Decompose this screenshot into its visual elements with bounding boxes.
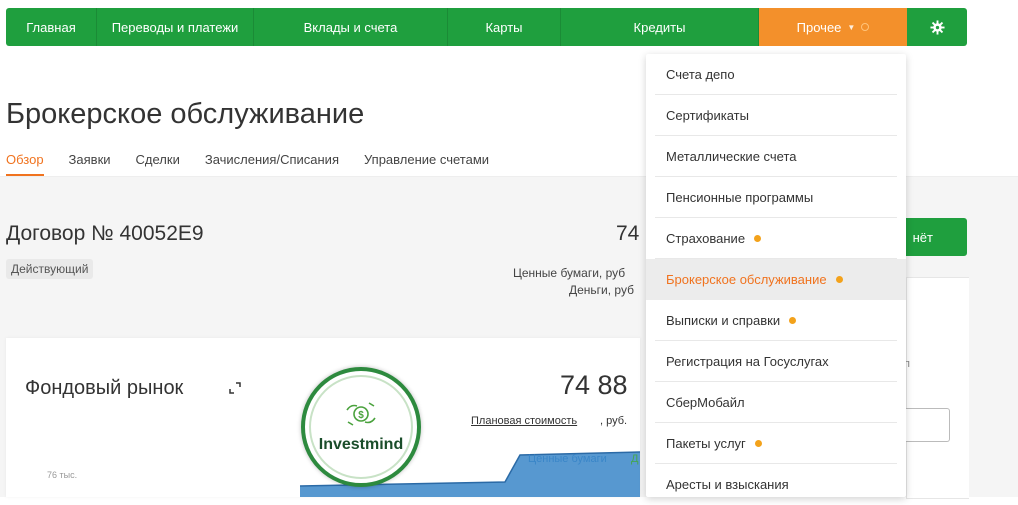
legend-securities[interactable]: Ценные бумаги <box>528 453 607 465</box>
notification-dot-icon <box>754 440 762 447</box>
watermark-inner: $ Investmind <box>309 375 413 479</box>
y-axis-tick: 76 тыс. <box>47 470 78 480</box>
menu-item-label: Выписки и справки <box>666 313 781 328</box>
menu-item-pension-programs[interactable]: Пенсионные программы <box>646 177 906 218</box>
menu-item-label: Счета депо <box>666 67 735 82</box>
notification-dot-icon <box>754 235 762 242</box>
menu-item-label: Сертификаты <box>666 108 749 123</box>
expand-icon[interactable] <box>229 382 241 394</box>
svg-text:$: $ <box>358 410 364 421</box>
planned-value-unit: , руб. <box>600 415 628 427</box>
menu-item-label: Пакеты услуг <box>666 436 746 451</box>
notification-dot-icon <box>835 276 843 283</box>
menu-item-sbermobile[interactable]: СберМобайл <box>646 382 906 423</box>
menu-item-gosuslugi-registration[interactable]: Регистрация на Госуслугах <box>646 341 906 382</box>
other-dropdown-menu: Счета депо Сертификаты Металлические сче… <box>646 54 906 497</box>
menu-item-metal-accounts[interactable]: Металлические счета <box>646 136 906 177</box>
watermark-text: Investmind <box>318 436 404 453</box>
menu-item-label: Регистрация на Госуслугах <box>666 354 829 369</box>
menu-item-statements[interactable]: Выписки и справки <box>646 300 906 341</box>
menu-item-label: Металлические счета <box>666 149 797 164</box>
menu-item-certificates[interactable]: Сертификаты <box>646 95 906 136</box>
menu-item-arrests-collections[interactable]: Аресты и взыскания <box>646 464 906 505</box>
market-amount: 74 88 <box>560 370 628 400</box>
menu-item-label: Пенсионные программы <box>666 190 814 205</box>
menu-item-brokerage[interactable]: Брокерское обслуживание <box>646 259 906 300</box>
menu-item-label: Страхование <box>666 231 746 246</box>
menu-item-label: СберМобайл <box>666 395 745 410</box>
planned-value-link[interactable]: Плановая стоимость <box>471 415 577 427</box>
menu-item-label: Брокерское обслуживание <box>666 272 827 287</box>
notification-dot-icon <box>789 317 797 324</box>
watermark-logo: $ Investmind <box>301 367 421 487</box>
menu-item-insurance[interactable]: Страхование <box>646 218 906 259</box>
legend-cash[interactable]: Д <box>631 453 638 465</box>
money-hands-icon: $ <box>346 402 376 426</box>
menu-item-service-packages[interactable]: Пакеты услуг <box>646 423 906 464</box>
menu-item-depo-accounts[interactable]: Счета депо <box>646 54 906 95</box>
menu-item-label: Аресты и взыскания <box>666 477 789 492</box>
market-title: Фондовый рынок <box>25 377 184 399</box>
